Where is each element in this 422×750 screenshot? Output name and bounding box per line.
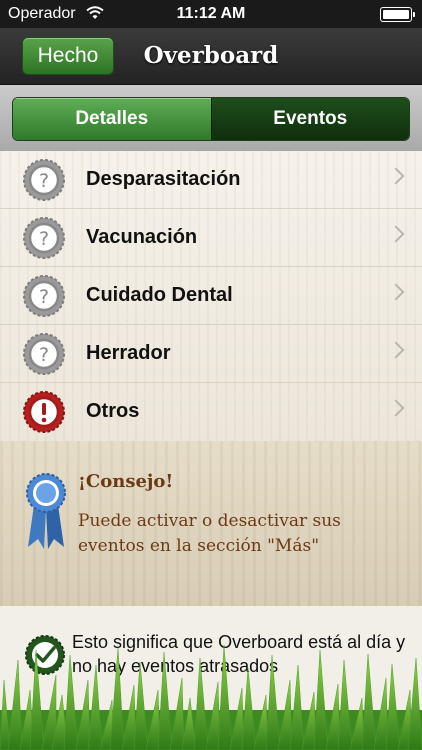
clock: 11:12 AM [176, 5, 246, 22]
award-ribbon-icon [26, 473, 66, 549]
tip-card: ¡Consejo! Puede activar o desactivar sus… [0, 441, 422, 607]
battery-icon [380, 7, 415, 22]
question-badge-icon: ? [23, 217, 65, 259]
list-item-label: Herrador [86, 342, 171, 364]
list-item-label: Otros [86, 400, 140, 422]
segment-bar: Detalles Eventos [0, 85, 422, 151]
question-badge-icon: ? [23, 275, 65, 317]
question-badge-icon: ? [23, 159, 65, 201]
event-list: ? Desparasitación ? Vacunación ? Cuidado… [0, 151, 422, 441]
list-item-farrier[interactable]: ? Herrador [0, 325, 422, 383]
chevron-right-icon [387, 283, 405, 301]
list-item-label: Vacunación [86, 226, 198, 248]
list-item-deworming[interactable]: ? Desparasitación [0, 151, 422, 209]
tab-events[interactable]: Eventos [210, 98, 409, 140]
legend-footer: Esto significa que Overboard está al día… [0, 606, 422, 750]
chevron-right-icon [387, 225, 405, 243]
list-item-others[interactable]: Otros [0, 383, 422, 440]
list-item-dental-care[interactable]: ? Cuidado Dental [0, 267, 422, 325]
svg-text:?: ? [39, 170, 49, 192]
done-button[interactable]: Hecho [22, 37, 114, 75]
svg-text:?: ? [39, 228, 49, 250]
list-item-label: Desparasitación [86, 168, 241, 190]
chevron-right-icon [387, 167, 405, 185]
svg-text:?: ? [39, 344, 49, 366]
alert-badge-icon [23, 391, 65, 433]
navigation-bar: Hecho Overboard [0, 28, 422, 85]
svg-text:?: ? [39, 286, 49, 308]
tip-title: ¡Consejo! [78, 471, 174, 492]
status-bar: Operador 11:12 AM [0, 0, 422, 28]
segmented-control: Detalles Eventos [12, 97, 410, 141]
question-badge-icon: ? [23, 333, 65, 375]
chevron-right-icon [387, 399, 405, 417]
list-item-vaccination[interactable]: ? Vacunación [0, 209, 422, 267]
chevron-right-icon [387, 341, 405, 359]
grass-decoration [0, 644, 422, 750]
tip-body: Puede activar o desactivar sus eventos e… [78, 511, 341, 556]
list-item-label: Cuidado Dental [86, 284, 233, 306]
tab-details[interactable]: Detalles [13, 98, 211, 140]
